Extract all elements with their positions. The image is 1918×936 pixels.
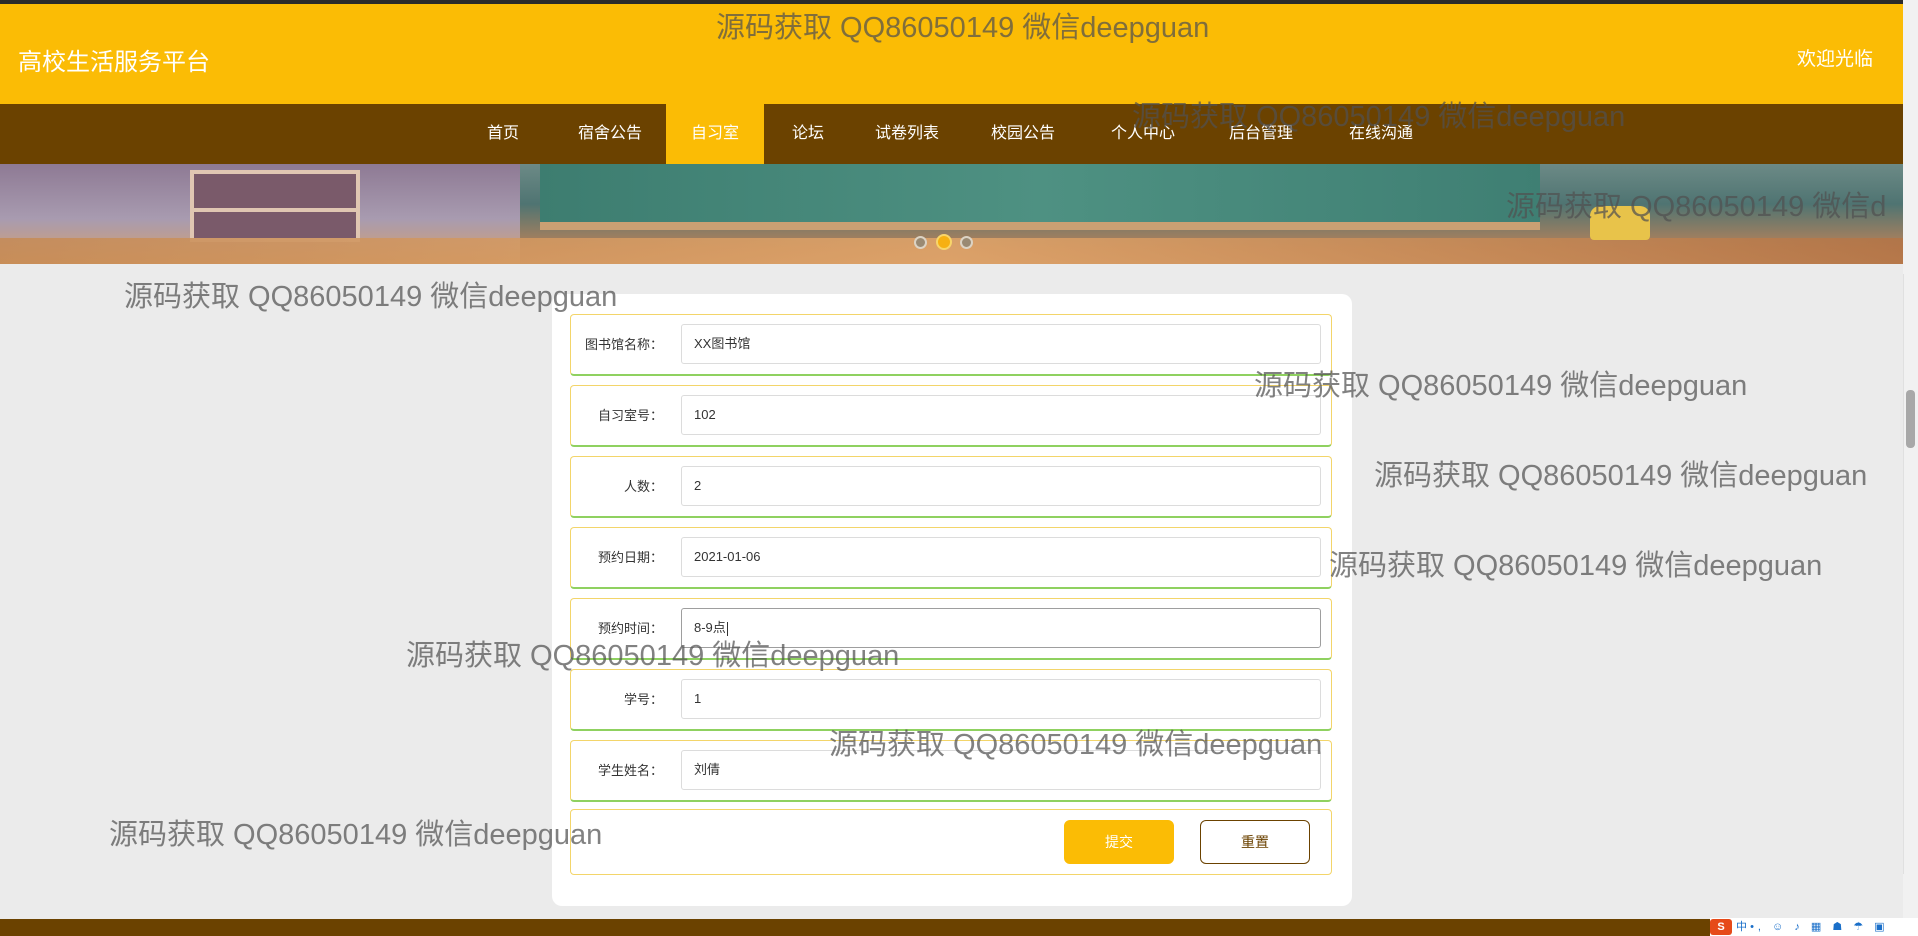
nav-item-admin[interactable]: 后台管理	[1214, 104, 1308, 164]
field-label: 人数：	[623, 479, 663, 494]
form-row-library-name: 图书馆名称： XX图书馆	[570, 314, 1332, 376]
watermark-text: 源码获取 QQ86050149 微信deepguan	[124, 281, 618, 313]
nav-item-dorm-notice[interactable]: 宿舍公告	[560, 104, 660, 164]
text-caret	[726, 621, 728, 636]
booking-date-input[interactable]: 2021-01-06	[681, 537, 1321, 577]
form-row-student-name: 学生姓名： 刘倩	[570, 740, 1332, 802]
form-row-room-number: 自习室号： 102	[570, 385, 1332, 447]
site-footer	[0, 919, 1903, 936]
nav-item-online-chat[interactable]: 在线沟通	[1334, 104, 1428, 164]
welcome-text: 欢迎光临	[1796, 49, 1873, 70]
field-label: 图书馆名称：	[584, 337, 663, 352]
watermark-text: 源码获取 QQ86050149 微信deepguan	[1374, 460, 1868, 492]
form-row-people-count: 人数： 2	[570, 456, 1332, 518]
field-label: 预约时间：	[597, 621, 663, 636]
system-tray: S中 •, ☺ ♪ ▦ ☗ ☂ ▣	[1710, 918, 1918, 936]
form-row-booking-time: 预约时间： 8-9点	[570, 598, 1332, 660]
carousel-dot-2[interactable]	[936, 234, 952, 250]
watermark-text: 源码获取 QQ86050149 微信deepguan	[109, 819, 603, 851]
nav-item-exam-list[interactable]: 试卷列表	[860, 104, 954, 164]
banner-scene-blackboard	[540, 164, 1540, 230]
carousel-dot-1[interactable]	[914, 236, 927, 249]
page-scrollbar[interactable]	[1903, 0, 1918, 936]
form-row-booking-date: 预约日期： 2021-01-06	[570, 527, 1332, 589]
tray-icons[interactable]: •, ☺ ♪ ▦ ☗ ☂ ▣	[1750, 921, 1888, 933]
nav-item-campus-notice[interactable]: 校园公告	[976, 104, 1070, 164]
library-name-input[interactable]: XX图书馆	[681, 324, 1321, 364]
field-label: 自习室号：	[597, 408, 663, 423]
banner-scene-object	[1590, 206, 1650, 240]
people-count-input[interactable]: 2	[681, 466, 1321, 506]
nav-item-forum[interactable]: 论坛	[778, 104, 838, 164]
booking-time-input[interactable]: 8-9点	[681, 608, 1321, 648]
main-nav: 首页 宿舍公告 自习室 论坛 试卷列表 校园公告 个人中心 后台管理 在线沟通	[0, 104, 1903, 164]
room-number-input[interactable]: 102	[681, 395, 1321, 435]
field-label: 预约日期：	[597, 550, 663, 565]
field-label: 学号：	[623, 692, 663, 707]
field-label: 学生姓名：	[597, 763, 663, 778]
nav-item-home[interactable]: 首页	[470, 104, 536, 164]
form-actions: 提交 重置	[570, 809, 1332, 875]
student-name-input[interactable]: 刘倩	[681, 750, 1321, 790]
banner-scene-bookshelf	[190, 170, 360, 242]
scrollbar-thumb[interactable]	[1906, 390, 1915, 448]
site-title[interactable]: 高校生活服务平台	[18, 42, 210, 77]
watermark-text: 源码获取 QQ86050149 微信deepguan	[1329, 550, 1823, 582]
form-row-student-id: 学号： 1	[570, 669, 1332, 731]
booking-time-value: 8-9点	[694, 620, 726, 635]
carousel-indicators	[914, 234, 978, 250]
ime-mode-label[interactable]: 中	[1736, 921, 1747, 933]
scrollbar-track	[1903, 274, 1918, 874]
ime-logo-icon[interactable]: S	[1710, 919, 1732, 935]
carousel-dot-3[interactable]	[960, 236, 973, 249]
student-id-input[interactable]: 1	[681, 679, 1321, 719]
reset-button[interactable]: 重置	[1200, 820, 1310, 864]
banner-scene-shelf-board	[190, 208, 360, 212]
nav-item-study-room[interactable]: 自习室	[666, 104, 764, 164]
submit-button[interactable]: 提交	[1064, 820, 1174, 864]
nav-item-personal-center[interactable]: 个人中心	[1096, 104, 1190, 164]
site-header: 高校生活服务平台 欢迎光临	[0, 4, 1903, 104]
